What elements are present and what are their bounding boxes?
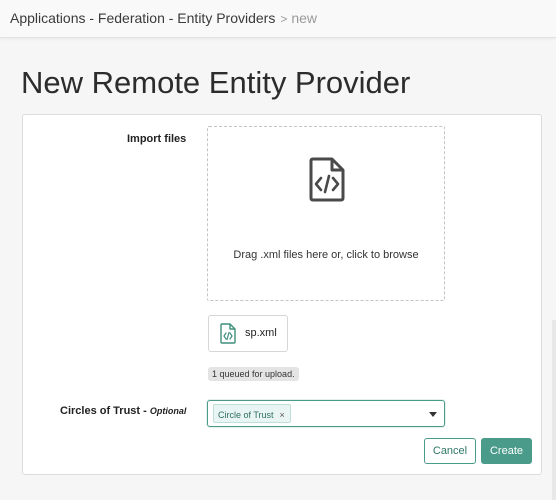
create-button[interactable]: Create [481,438,532,464]
import-files-label: Import files [127,133,187,145]
breadcrumb-path[interactable]: Applications - Federation - Entity Provi… [10,10,275,26]
page-scrollbar[interactable] [552,320,556,500]
circles-of-trust-select[interactable]: Circle of Trust × [207,400,445,427]
uploaded-file-item[interactable]: sp.xml [208,315,288,352]
file-code-icon [220,323,236,344]
dropzone-instructions: Drag .xml files here or, click to browse [233,249,419,261]
optional-label: Optional [149,406,187,416]
page-title: New Remote Entity Provider [21,65,411,100]
tag-remove-icon[interactable]: × [280,407,285,424]
cancel-button[interactable]: Cancel [424,438,476,464]
breadcrumb: Applications - Federation - Entity Provi… [10,10,317,26]
breadcrumb-separator-icon: > [280,12,288,26]
top-bar: Applications - Federation - Entity Provi… [0,0,556,38]
breadcrumb-current: new [291,10,318,26]
circles-of-trust-label: Circles of Trust - Optional [60,405,186,417]
selected-tag: Circle of Trust × [213,404,291,423]
dropdown-caret-icon[interactable] [429,412,437,417]
uploaded-file-name: sp.xml [245,327,277,339]
upload-queue-badge: 1 queued for upload. [208,367,299,381]
selected-tag-label: Circle of Trust [218,410,274,420]
circles-of-trust-label-text: Circles of Trust - [60,405,147,417]
file-dropzone[interactable]: Drag .xml files here or, click to browse [207,126,445,301]
file-code-icon [309,157,345,202]
